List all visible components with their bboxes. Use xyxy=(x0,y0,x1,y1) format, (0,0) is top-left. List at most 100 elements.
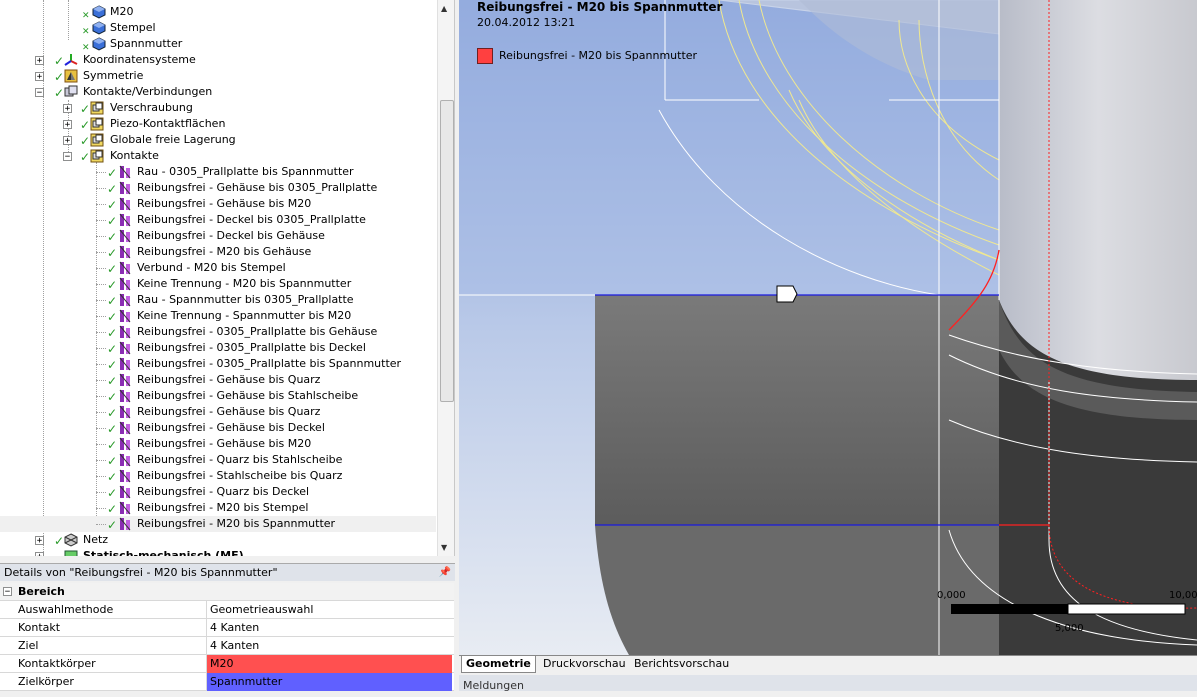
tree-item-netz[interactable]: + ✓ Netz xyxy=(0,532,436,548)
tree-item-statisch-mechanisch[interactable]: + Statisch-mechanisch (ME) xyxy=(0,548,436,556)
contact-list-item[interactable]: ✓ Reibungsfrei - Gehäuse bis Stahlscheibe xyxy=(0,388,436,404)
contact-region-icon xyxy=(119,517,131,531)
contact-list-item[interactable]: ✓ Reibungsfrei - Quarz bis Stahlscheibe xyxy=(0,452,436,468)
contact-list-item[interactable]: ✓ Reibungsfrei - Gehäuse bis Quarz xyxy=(0,372,436,388)
tree-item-m20[interactable]: ✕ M20 xyxy=(0,4,436,21)
contact-item-label: Reibungsfrei - 0305_Prallplatte bis Gehä… xyxy=(137,325,378,338)
contact-region-icon xyxy=(119,421,131,435)
contact-list-item[interactable]: ✓ Reibungsfrei - 0305_Prallplatte bis Spa… xyxy=(0,356,436,372)
tree-item-piezo-kontaktflaechen[interactable]: + ✓ Piezo-Kontaktflächen xyxy=(0,116,436,132)
tree-item-symmetrie[interactable]: + ✓ Symmetrie xyxy=(0,68,436,84)
scale-label-0: 0,000 xyxy=(937,590,966,601)
expand-toggle[interactable]: + xyxy=(35,56,44,66)
tree-item-globale-freie-lagerung[interactable]: + ✓ Globale freie Lagerung xyxy=(0,132,436,148)
tab-druckvorschau[interactable]: Druckvorschau xyxy=(539,656,630,672)
connection-group-icon xyxy=(90,133,104,147)
contact-list-item[interactable]: ✓ Reibungsfrei - Stahlscheibe bis Quarz xyxy=(0,468,436,484)
expand-toggle[interactable]: + xyxy=(35,72,44,82)
connection-group-icon xyxy=(90,149,104,163)
tree-item-stempel[interactable]: ✕ Stempel xyxy=(0,20,436,37)
view-tabs: Geometrie Druckvorschau Berichtsvorschau xyxy=(459,655,1197,674)
details-section-header[interactable]: − Bereich xyxy=(0,583,454,601)
contact-region-icon xyxy=(119,389,131,403)
contact-region-icon xyxy=(119,261,131,275)
check-icon: ✓ xyxy=(107,294,118,308)
contact-item-label: Reibungsfrei - 0305_Prallplatte bis Deck… xyxy=(137,341,366,354)
tree-item-spannmutter[interactable]: ✕ Spannmutter xyxy=(0,36,436,53)
contact-list-item[interactable]: ✓ Reibungsfrei - 0305_Prallplatte bis Geh… xyxy=(0,324,436,340)
tree-item-verschraubung[interactable]: + ✓ Verschraubung xyxy=(0,100,436,116)
collapse-toggle[interactable]: − xyxy=(35,88,44,98)
tree-scrollbar[interactable]: ▲ ▼ xyxy=(437,0,454,556)
contact-list-item[interactable]: ✓ Keine Trennung - Spannmutter bis M20 xyxy=(0,308,436,324)
contact-list-item[interactable]: ✓ Verbund - M20 bis Stempel xyxy=(0,260,436,276)
contact-list-item[interactable]: ✓ Reibungsfrei - M20 bis Gehäuse xyxy=(0,244,436,260)
tree-item-kontakte-verbindungen[interactable]: − ✓ Kontakte/Verbindungen xyxy=(0,84,436,100)
check-icon: ✓ xyxy=(107,438,118,452)
check-icon: ✓ xyxy=(80,102,91,116)
check-icon: ✓ xyxy=(80,134,91,148)
check-icon: ✓ xyxy=(107,406,118,420)
contact-list-item[interactable]: ✓ Reibungsfrei - Gehäuse bis 0305_Prallpl… xyxy=(0,180,436,196)
messages-panel-title[interactable]: Meldungen xyxy=(459,675,1197,692)
tree-connector xyxy=(96,348,106,349)
details-row[interactable]: Auswahlmethode Geometrieauswahl xyxy=(0,601,454,619)
contact-item-label: Reibungsfrei - Gehäuse bis M20 xyxy=(137,437,312,450)
tree-connector xyxy=(96,284,106,285)
scroll-down-arrow-icon[interactable]: ▼ xyxy=(441,543,447,552)
contact-list-item[interactable]: ✓ Reibungsfrei - M20 bis Stempel xyxy=(0,500,436,516)
contact-region-icon xyxy=(119,501,131,515)
contact-item-label: Reibungsfrei - Gehäuse bis 0305_Prallpla… xyxy=(137,181,378,194)
check-icon: ✓ xyxy=(107,230,118,244)
contact-list-item[interactable]: ✓ Reibungsfrei - Gehäuse bis Quarz xyxy=(0,404,436,420)
contact-list-item[interactable]: ✓ Reibungsfrei - M20 bis Spannmutter xyxy=(0,516,436,532)
contact-list-item[interactable]: ✓ Reibungsfrei - Gehäuse bis Deckel xyxy=(0,420,436,436)
viewport-date: 20.04.2012 13:21 xyxy=(477,16,576,29)
tree-connector xyxy=(96,508,106,509)
scroll-up-arrow-icon[interactable]: ▲ xyxy=(441,4,447,13)
pin-icon[interactable]: 📌 xyxy=(439,564,451,582)
tab-geometrie[interactable]: Geometrie xyxy=(461,656,536,673)
details-panel-title: Details von "Reibungsfrei - M20 bis Span… xyxy=(0,563,455,581)
contact-list-item[interactable]: ✓ Rau - Spannmutter bis 0305_Prallplatte xyxy=(0,292,436,308)
graphics-viewport[interactable]: Reibungsfrei - M20 bis Spannmutter 20.04… xyxy=(459,0,1197,655)
expand-toggle[interactable]: + xyxy=(63,104,72,114)
contact-list-item[interactable]: ✓ Reibungsfrei - Quarz bis Deckel xyxy=(0,484,436,500)
check-icon: ✓ xyxy=(107,182,118,196)
check-icon: ✓ xyxy=(107,374,118,388)
contact-item-label: Rau - Spannmutter bis 0305_Prallplatte xyxy=(137,293,354,306)
model-view[interactable] xyxy=(459,0,1197,655)
tree-item-koordinatensysteme[interactable]: + ✓ Koordinatensysteme xyxy=(0,52,436,68)
contact-region-icon xyxy=(119,373,131,387)
collapse-toggle[interactable]: − xyxy=(3,587,12,597)
collapse-toggle[interactable]: − xyxy=(63,152,72,162)
contact-list-item[interactable]: ✓ Keine Trennung - M20 bis Spannmutter xyxy=(0,276,436,292)
details-row[interactable]: Kontakt 4 Kanten xyxy=(0,619,454,637)
contact-list-item[interactable]: ✓ Reibungsfrei - Deckel bis Gehäuse xyxy=(0,228,436,244)
tree-connector xyxy=(96,460,106,461)
contact-region-icon xyxy=(119,469,131,483)
contact-list-item[interactable]: ✓ Reibungsfrei - Gehäuse bis M20 xyxy=(0,196,436,212)
expand-toggle[interactable]: + xyxy=(35,552,44,556)
tab-berichtsvorschau[interactable]: Berichtsvorschau xyxy=(630,656,733,672)
scrollbar-thumb[interactable] xyxy=(440,100,454,402)
contact-region-icon xyxy=(119,341,131,355)
contact-list-item[interactable]: ✓ Reibungsfrei - Deckel bis 0305_Prallpla… xyxy=(0,212,436,228)
expand-toggle[interactable]: + xyxy=(63,120,72,130)
contact-region-icon xyxy=(119,245,131,259)
check-icon: ✓ xyxy=(107,486,118,500)
details-row[interactable]: Zielkörper Spannmutter xyxy=(0,673,454,691)
expand-toggle[interactable]: + xyxy=(63,136,72,146)
details-row[interactable]: Kontaktkörper M20 xyxy=(0,655,454,673)
expand-toggle[interactable]: + xyxy=(35,536,44,546)
contact-item-label: Reibungsfrei - Deckel bis Gehäuse xyxy=(137,229,325,242)
check-icon: ✓ xyxy=(107,470,118,484)
details-row[interactable]: Ziel 4 Kanten xyxy=(0,637,454,655)
outline-tree[interactable]: ✕ M20 ✕ Stempel ✕ Spannmutter + ✓ Koordi… xyxy=(0,0,455,556)
contact-list-item[interactable]: ✓ Reibungsfrei - Gehäuse bis M20 xyxy=(0,436,436,452)
contact-list-item[interactable]: ✓ Rau - 0305_Prallplatte bis Spannmutter xyxy=(0,164,436,180)
contact-item-label: Reibungsfrei - Gehäuse bis Quarz xyxy=(137,405,321,418)
tree-item-kontakte[interactable]: − ✓ Kontakte xyxy=(0,148,436,164)
contact-list-item[interactable]: ✓ Reibungsfrei - 0305_Prallplatte bis Dec… xyxy=(0,340,436,356)
contact-item-label: Keine Trennung - Spannmutter bis M20 xyxy=(137,309,352,322)
